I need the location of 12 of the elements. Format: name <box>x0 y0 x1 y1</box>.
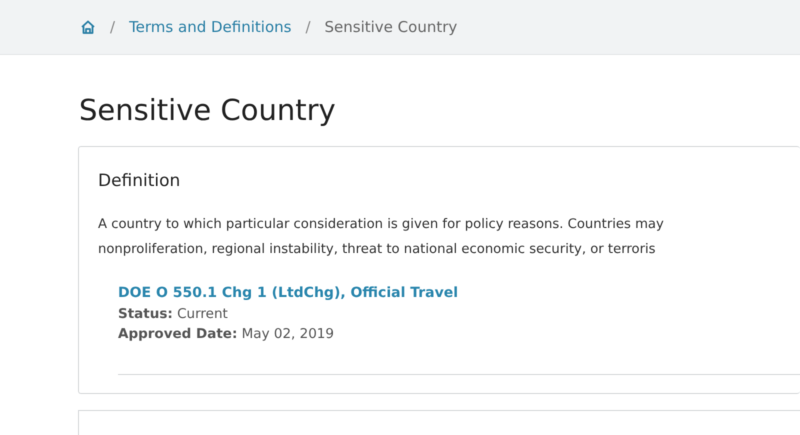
breadcrumb-separator: / <box>110 16 116 38</box>
status-text: Status: Current <box>118 305 229 324</box>
card-heading: Definition <box>98 170 182 193</box>
breadcrumb-separator: / <box>305 16 311 38</box>
definition-text: A country to which particular consideration is given for policy reasons. Countries may <box>98 216 665 234</box>
breadcrumb-current: Sensitive Country <box>324 16 458 38</box>
reference-link[interactable]: DOE O 550.1 Chg 1 (LtdChg), Official Travel <box>118 285 458 302</box>
home-icon[interactable] <box>80 19 96 35</box>
approved-date-text: Approved Date: May 02, 2019 <box>118 325 335 344</box>
breadcrumb-link[interactable]: Terms and Definitions <box>129 16 292 38</box>
page-title: Sensitive Country <box>79 93 337 128</box>
definition-text: nonproliferation, regional instability, threat to national economic security, or terroris <box>98 241 657 260</box>
